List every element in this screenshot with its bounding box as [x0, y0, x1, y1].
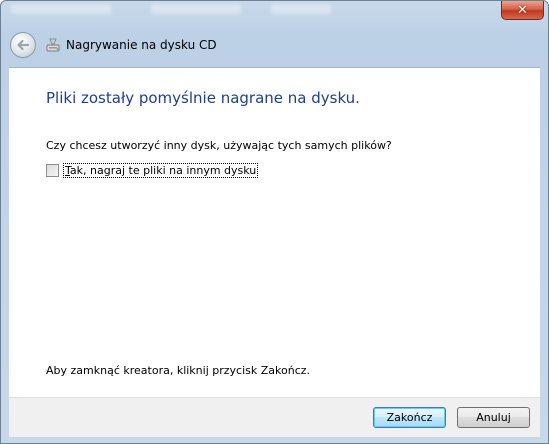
burn-again-label[interactable]: Tak, nagraj te pliki na innym dysku — [63, 163, 259, 178]
cd-burn-icon — [46, 38, 60, 52]
background-title-ghost — [11, 4, 111, 14]
close-button[interactable]: ✕ — [501, 1, 544, 20]
finish-button[interactable]: Zakończ — [373, 407, 446, 428]
back-button[interactable] — [10, 32, 36, 58]
background-title-ghost — [151, 4, 241, 14]
cancel-button[interactable]: Anuluj — [457, 407, 530, 428]
wizard-title: Nagrywanie na dysku CD — [66, 38, 217, 52]
background-title-ghost — [271, 4, 331, 14]
wizard-content: Pliki zostały pomyślnie nagrane na dysku… — [9, 67, 540, 397]
finish-instruction: Aby zamknąć kreatora, kliknij przycisk Z… — [46, 364, 311, 377]
back-arrow-icon — [17, 39, 30, 51]
question-text: Czy chcesz utworzyć inny dysk, używając … — [46, 139, 392, 152]
title-bar[interactable]: ✕ — [1, 1, 548, 25]
close-icon: ✕ — [517, 2, 528, 18]
wizard-window: ✕ Nagrywanie na dysku CD Pliki zostały p… — [0, 0, 549, 444]
burn-again-checkbox[interactable] — [46, 164, 59, 177]
page-title: Pliki zostały pomyślnie nagrane na dysku… — [46, 89, 360, 107]
button-bar: Zakończ Anuluj — [9, 397, 540, 437]
burn-again-label-text: ak, nagraj te pliki na innym dysku — [69, 164, 257, 177]
burn-again-option[interactable]: Tak, nagraj te pliki na innym dysku — [46, 163, 259, 178]
navigation-bar: Nagrywanie na dysku CD — [1, 25, 548, 67]
